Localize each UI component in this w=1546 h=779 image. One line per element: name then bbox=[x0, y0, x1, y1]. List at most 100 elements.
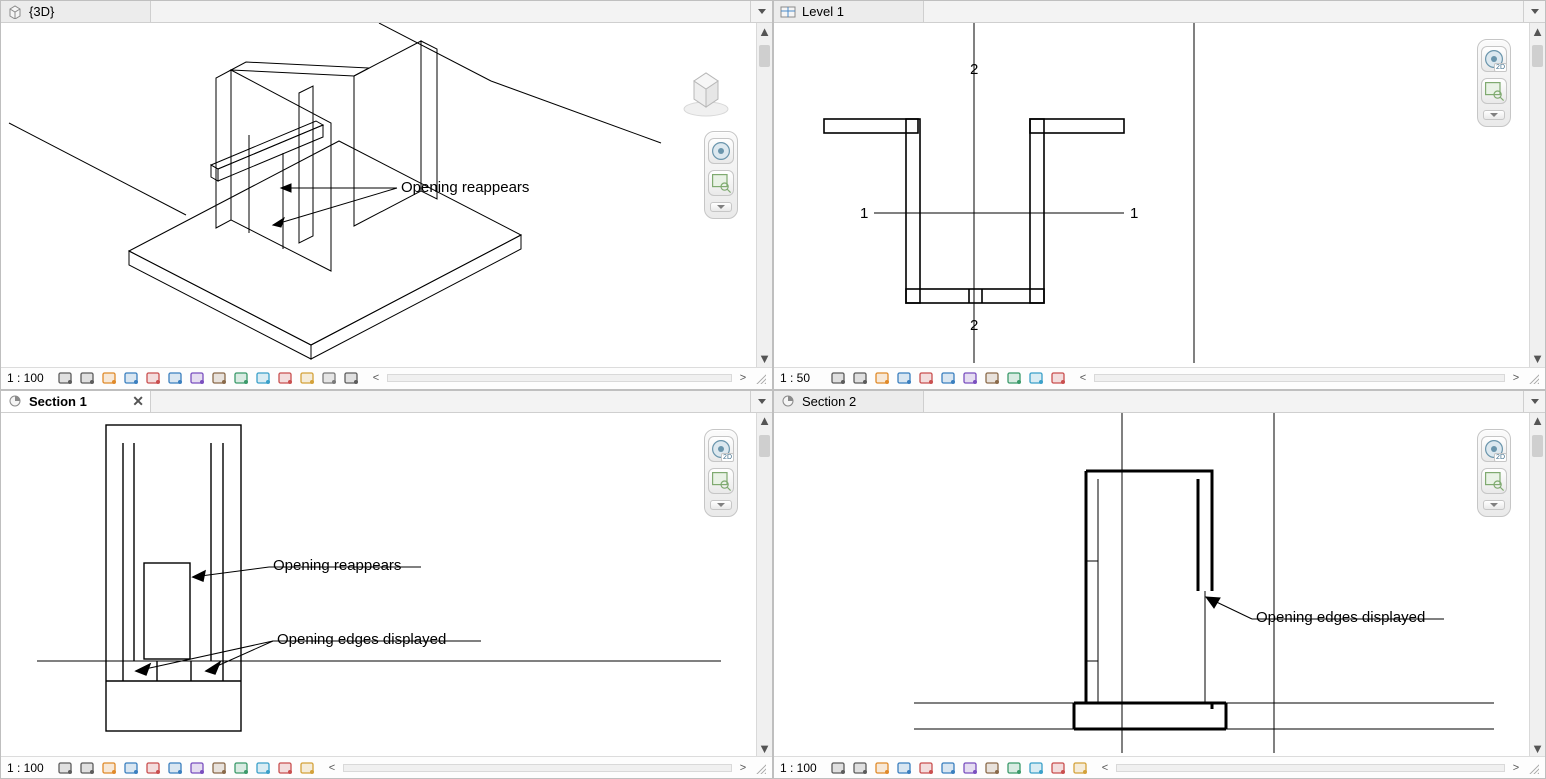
grid-label-2-top: 2 bbox=[970, 61, 978, 78]
model-graphics-icon[interactable] bbox=[852, 760, 870, 776]
vertical-scrollbar[interactable]: ▲▼ bbox=[756, 23, 772, 367]
crop-boundary-icon[interactable] bbox=[1050, 370, 1068, 386]
temporary-hide-icon[interactable] bbox=[962, 370, 980, 386]
scale-value[interactable]: 1 : 100 bbox=[7, 371, 53, 385]
canvas-section1[interactable]: 2D bbox=[1, 413, 756, 757]
view-control-bar-section1: 1 : 100 <> bbox=[1, 756, 772, 778]
annotation-opening-reappears: Opening reappears bbox=[273, 557, 401, 574]
crop-boundary-icon[interactable] bbox=[299, 760, 317, 776]
tab-3d[interactable]: {3D} bbox=[1, 1, 151, 22]
shadows-icon[interactable] bbox=[123, 370, 141, 386]
visual-style-icon[interactable] bbox=[830, 370, 848, 386]
scale-value[interactable]: 1 : 50 bbox=[780, 371, 826, 385]
shadows-icon[interactable] bbox=[123, 760, 141, 776]
close-icon[interactable]: ✕ bbox=[132, 394, 144, 408]
worksharing-icon[interactable] bbox=[255, 760, 273, 776]
view-control-bar-section2: 1 : 100 <> bbox=[774, 756, 1545, 778]
crop-region-icon[interactable] bbox=[167, 760, 185, 776]
tab-menu-button[interactable] bbox=[750, 391, 772, 412]
tab-level1[interactable]: Level 1 bbox=[774, 1, 924, 22]
resize-grip[interactable] bbox=[1527, 762, 1539, 774]
horizontal-scrollbar[interactable]: <> bbox=[325, 762, 750, 774]
constraints-icon[interactable] bbox=[277, 760, 295, 776]
canvas-level1[interactable]: 2D bbox=[774, 23, 1529, 367]
render-icon[interactable] bbox=[145, 370, 163, 386]
horizontal-scrollbar[interactable]: <> bbox=[369, 372, 750, 384]
tab-spacer bbox=[151, 1, 750, 22]
tab-spacer bbox=[924, 1, 1523, 22]
temporary-hide-icon[interactable] bbox=[962, 760, 980, 776]
crop-region-icon[interactable] bbox=[940, 760, 958, 776]
shadows-icon[interactable] bbox=[896, 370, 914, 386]
lock-3d-icon[interactable] bbox=[211, 370, 229, 386]
tab-section1[interactable]: Section 1 ✕ bbox=[1, 391, 151, 412]
horizontal-scrollbar[interactable]: <> bbox=[1076, 372, 1523, 384]
resize-grip[interactable] bbox=[754, 372, 766, 384]
reveal-hidden-icon[interactable] bbox=[1006, 370, 1024, 386]
crop-view-icon[interactable] bbox=[167, 370, 185, 386]
drawing-section1 bbox=[1, 413, 757, 753]
worksharing-icon[interactable] bbox=[299, 370, 317, 386]
sun-path-icon[interactable] bbox=[874, 760, 892, 776]
canvas-section2[interactable]: 2D bbox=[774, 413, 1529, 757]
tabrow-3d: {3D} bbox=[1, 1, 772, 23]
lightbulb-icon[interactable] bbox=[255, 370, 273, 386]
worksharing-icon[interactable] bbox=[1028, 370, 1046, 386]
visual-style-icon[interactable] bbox=[57, 370, 75, 386]
shadows-icon[interactable] bbox=[896, 760, 914, 776]
pane-section2: Section 2 2D bbox=[773, 390, 1546, 779]
tab-section2-label: Section 2 bbox=[802, 394, 856, 409]
crop-region-icon[interactable] bbox=[189, 370, 207, 386]
lightbulb-icon[interactable] bbox=[984, 760, 1002, 776]
visual-style-icon[interactable] bbox=[57, 760, 75, 776]
lightbulb-icon[interactable] bbox=[984, 370, 1002, 386]
model-graphics-icon[interactable] bbox=[852, 370, 870, 386]
constraints-icon[interactable] bbox=[321, 370, 339, 386]
3d-cube-icon bbox=[7, 5, 23, 19]
crop-view-icon[interactable] bbox=[918, 370, 936, 386]
grid-label-1-right: 1 bbox=[1130, 205, 1138, 222]
crop-boundary-icon[interactable] bbox=[343, 370, 361, 386]
sun-path-icon[interactable] bbox=[101, 370, 119, 386]
canvas-3d[interactable]: Opening reappears bbox=[1, 23, 756, 367]
constraints-icon[interactable] bbox=[1050, 760, 1068, 776]
resize-grip[interactable] bbox=[754, 762, 766, 774]
vertical-scrollbar[interactable]: ▲▼ bbox=[1529, 23, 1545, 367]
tab-menu-button[interactable] bbox=[1523, 1, 1545, 22]
crop-view-icon[interactable] bbox=[145, 760, 163, 776]
crop-boundary-icon[interactable] bbox=[1072, 760, 1090, 776]
horizontal-scrollbar[interactable]: <> bbox=[1098, 762, 1523, 774]
section-view-icon bbox=[7, 394, 23, 408]
view-control-bar-level1: 1 : 50 <> bbox=[774, 367, 1545, 389]
tab-section2[interactable]: Section 2 bbox=[774, 391, 924, 412]
drawing-plan bbox=[774, 23, 1530, 363]
crop-region-icon[interactable] bbox=[940, 370, 958, 386]
temporary-hide-icon[interactable] bbox=[233, 370, 251, 386]
model-graphics-icon[interactable] bbox=[79, 370, 97, 386]
sun-path-icon[interactable] bbox=[874, 370, 892, 386]
reveal-hidden-icon[interactable] bbox=[233, 760, 251, 776]
lightbulb-icon[interactable] bbox=[211, 760, 229, 776]
scale-value[interactable]: 1 : 100 bbox=[7, 761, 53, 775]
reveal-hidden-icon[interactable] bbox=[1006, 760, 1024, 776]
scale-value[interactable]: 1 : 100 bbox=[780, 761, 826, 775]
drawing-section2 bbox=[774, 413, 1530, 753]
vertical-scrollbar[interactable]: ▲▼ bbox=[756, 413, 772, 757]
resize-grip[interactable] bbox=[1527, 372, 1539, 384]
tab-spacer bbox=[151, 391, 750, 412]
pane-level1: Level 1 2D bbox=[773, 0, 1546, 390]
worksharing-icon[interactable] bbox=[1028, 760, 1046, 776]
tabrow-section1: Section 1 ✕ bbox=[1, 391, 772, 413]
annotation-opening-edges: Opening edges displayed bbox=[1256, 609, 1425, 626]
tab-menu-button[interactable] bbox=[1523, 391, 1545, 412]
drawing-3d bbox=[1, 23, 757, 363]
tab-menu-button[interactable] bbox=[750, 1, 772, 22]
model-graphics-icon[interactable] bbox=[79, 760, 97, 776]
crop-view-icon[interactable] bbox=[918, 760, 936, 776]
sun-path-icon[interactable] bbox=[101, 760, 119, 776]
temporary-hide-icon[interactable] bbox=[189, 760, 207, 776]
pane-section1: Section 1 ✕ 2D bbox=[0, 390, 773, 779]
vertical-scrollbar[interactable]: ▲▼ bbox=[1529, 413, 1545, 757]
visual-style-icon[interactable] bbox=[830, 760, 848, 776]
reveal-hidden-icon[interactable] bbox=[277, 370, 295, 386]
